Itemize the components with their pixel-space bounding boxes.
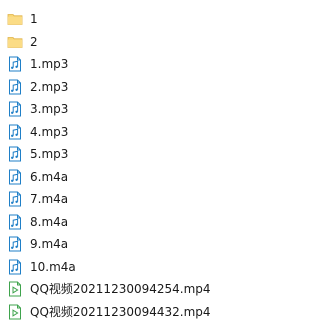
folder-icon: [7, 34, 23, 50]
file-item-audio[interactable]: 10.m4a: [0, 256, 265, 279]
file-name: 8.m4a: [30, 214, 68, 230]
file-item-audio[interactable]: 1.mp3: [0, 53, 265, 76]
audio-file-icon: [7, 191, 23, 207]
audio-file-icon: [7, 56, 23, 72]
audio-file-icon: [7, 124, 23, 140]
audio-file-icon: [7, 259, 23, 275]
audio-file-icon: [7, 236, 23, 252]
file-name: 3.mp3: [30, 101, 68, 117]
file-item-audio[interactable]: 8.m4a: [0, 211, 265, 234]
file-item-audio[interactable]: 9.m4a: [0, 233, 265, 256]
file-item-audio[interactable]: 3.mp3: [0, 98, 265, 121]
file-name: 7.m4a: [30, 191, 68, 207]
video-file-icon: [7, 281, 23, 297]
file-item-folder-2[interactable]: 2: [0, 31, 265, 54]
file-name: 10.m4a: [30, 259, 76, 275]
file-name: 9.m4a: [30, 236, 68, 252]
audio-file-icon: [7, 169, 23, 185]
file-item-audio[interactable]: 5.mp3: [0, 143, 265, 166]
file-name: 1.mp3: [30, 56, 68, 72]
file-list: 1 2 1.mp3 2.mp3 3.mp3 4.mp3 5.mp3: [0, 0, 265, 307]
file-item-video[interactable]: QQ视频20211230094432.mp4: [0, 301, 265, 323]
file-name: QQ视频20211230094254.mp4: [30, 281, 211, 297]
audio-file-icon: [7, 101, 23, 117]
video-file-icon: [7, 304, 23, 320]
audio-file-icon: [7, 79, 23, 95]
file-item-audio[interactable]: 6.m4a: [0, 166, 265, 189]
file-name: 1: [30, 11, 38, 27]
file-name: QQ视频20211230094432.mp4: [30, 304, 211, 320]
file-name: 4.mp3: [30, 124, 68, 140]
file-name: 2: [30, 34, 38, 50]
file-name: 6.m4a: [30, 169, 68, 185]
audio-file-icon: [7, 214, 23, 230]
file-item-folder-1[interactable]: 1: [0, 8, 265, 31]
file-name: 2.mp3: [30, 79, 68, 95]
file-item-video[interactable]: QQ视频20211230094254.mp4: [0, 278, 265, 301]
file-name: 5.mp3: [30, 146, 68, 162]
file-item-audio[interactable]: 7.m4a: [0, 188, 265, 211]
file-item-audio[interactable]: 4.mp3: [0, 121, 265, 144]
file-item-audio[interactable]: 2.mp3: [0, 76, 265, 99]
audio-file-icon: [7, 146, 23, 162]
folder-icon: [7, 11, 23, 27]
